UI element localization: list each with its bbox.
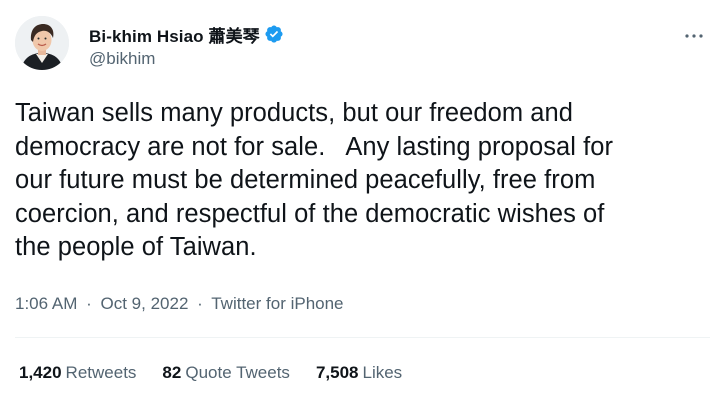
quote-tweets-count: 82	[162, 363, 182, 382]
tweet-time[interactable]: 1:06 AM	[15, 294, 77, 313]
likes-count: 7,508	[315, 363, 359, 382]
likes-label: Likes	[362, 363, 403, 382]
meta-separator: ·	[86, 294, 92, 313]
author-handle[interactable]: @bikhim	[89, 49, 155, 69]
divider	[15, 337, 710, 338]
quote-tweets-label: Quote Tweets	[185, 363, 290, 382]
tweet-text: Taiwan sells many products, but our free…	[15, 99, 614, 261]
meta-separator: ·	[197, 294, 203, 313]
author-name-row[interactable]: Bi-khim Hsiao 蕭美琴	[89, 22, 284, 46]
author-display-name[interactable]: Bi-khim Hsiao 蕭美琴	[89, 22, 260, 47]
more-dots-icon[interactable]	[682, 24, 706, 48]
verified-badge-icon	[264, 24, 284, 44]
likes-stat[interactable]: 7,508 Likes	[316, 363, 402, 383]
tweet-stats: 1,420 Retweets 82 Quote Tweets 7,508 Likes	[19, 363, 428, 383]
avatar[interactable]	[15, 16, 69, 70]
tweet-source[interactable]: Twitter for iPhone	[211, 294, 343, 313]
quote-tweets-stat[interactable]: 82 Quote Tweets	[162, 363, 290, 383]
avatar-image	[15, 16, 69, 70]
tweet-meta: 1:06 AM · Oct 9, 2022 · Twitter for iPho…	[15, 294, 344, 314]
retweets-count: 1,420	[19, 363, 62, 382]
tweet-detail: Bi-khim Hsiao 蕭美琴 @bikhim Taiwan sells m…	[0, 0, 710, 401]
retweets-label: Retweets	[65, 363, 137, 382]
retweets-stat[interactable]: 1,420 Retweets	[19, 363, 136, 383]
tweet-date[interactable]: Oct 9, 2022	[101, 294, 189, 313]
